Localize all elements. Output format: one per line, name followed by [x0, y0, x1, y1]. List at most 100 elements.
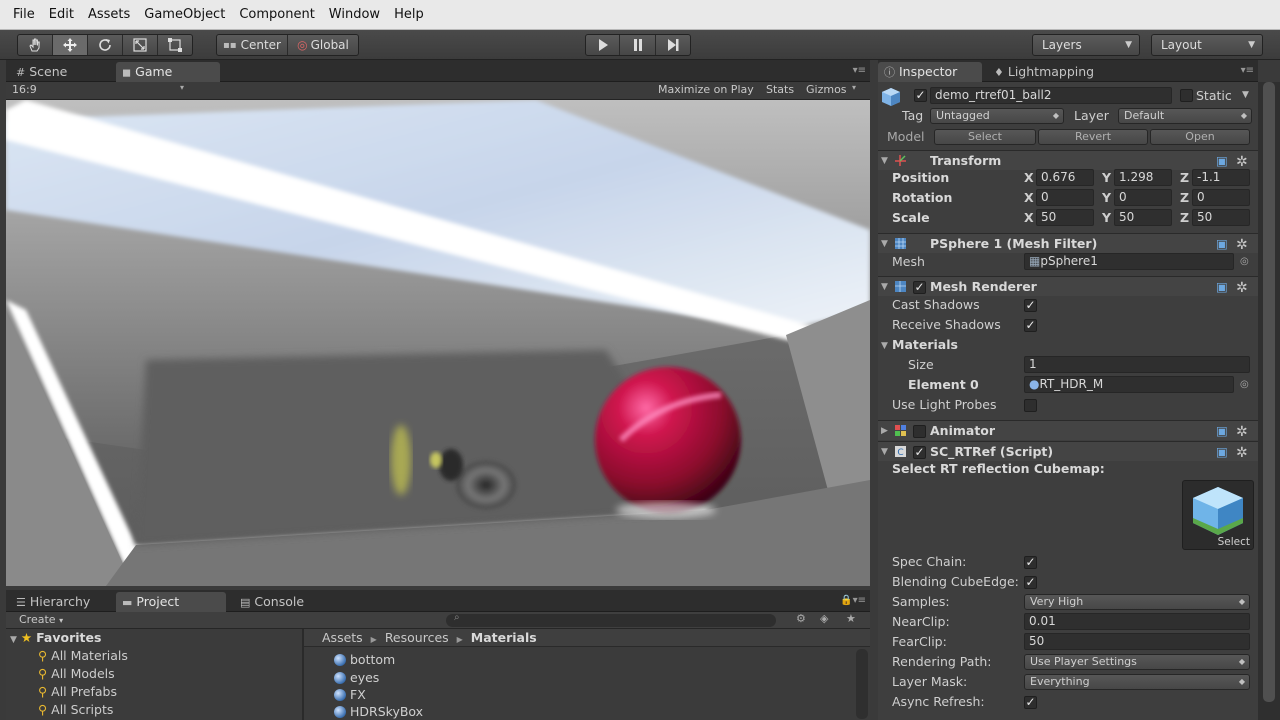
hand-tool-button[interactable]: [18, 35, 53, 55]
help-book-icon[interactable]: ▣: [1216, 421, 1228, 441]
game-view[interactable]: [6, 100, 870, 586]
fav-item[interactable]: ⚲ All Models: [38, 665, 115, 683]
model-open-button[interactable]: Open: [1150, 129, 1250, 145]
filter-type-icon[interactable]: ⚙: [796, 612, 806, 625]
object-picker-icon[interactable]: ◎: [1240, 375, 1249, 395]
pivot-center-button[interactable]: ▪▪ Center: [217, 35, 288, 55]
asset-item[interactable]: bottom: [334, 651, 395, 668]
aspect-dropdown[interactable]: 16:9 ▾: [12, 83, 184, 96]
chevron-down-icon[interactable]: ▼: [1242, 85, 1249, 105]
model-select-button[interactable]: Select: [934, 129, 1036, 145]
rendering-path-dropdown[interactable]: Use Player Settings ◆: [1024, 654, 1250, 670]
asset-item[interactable]: eyes: [334, 669, 379, 686]
menu-help[interactable]: Help: [387, 0, 431, 30]
spec-chain-checkbox[interactable]: ✓: [1024, 556, 1037, 569]
light-probes-checkbox[interactable]: [1024, 399, 1037, 412]
object-name-field[interactable]: demo_rtref01_ball2: [930, 87, 1172, 104]
panel-menu-icon[interactable]: 🔒▾≡: [840, 595, 866, 606]
rotation-z-field[interactable]: 0: [1192, 189, 1250, 206]
mesh-filter-header[interactable]: ▼ PSphere 1 (Mesh Filter) ▣ ✲: [878, 233, 1258, 253]
foldout-arrow-icon[interactable]: ▼: [881, 234, 888, 254]
help-book-icon[interactable]: ▣: [1216, 277, 1228, 297]
model-revert-button[interactable]: Revert: [1038, 129, 1148, 145]
cubemap-select-label[interactable]: Select: [1218, 536, 1250, 548]
tag-dropdown[interactable]: Untagged ◆: [930, 108, 1064, 124]
stats-toggle[interactable]: Stats: [766, 83, 794, 96]
samples-dropdown[interactable]: Very High ◆: [1024, 594, 1250, 610]
tab-console[interactable]: ▤ Console: [234, 592, 312, 612]
rotate-tool-button[interactable]: [88, 35, 123, 55]
tab-inspector[interactable]: ⓘ Inspector: [878, 62, 982, 82]
favorite-star-icon[interactable]: ★: [846, 612, 856, 625]
move-tool-button[interactable]: [53, 35, 88, 55]
asset-scrollbar[interactable]: [856, 649, 868, 719]
mesh-renderer-enabled-checkbox[interactable]: ✓: [913, 281, 926, 294]
help-book-icon[interactable]: ▣: [1216, 234, 1228, 254]
tab-lightmapping[interactable]: ♦ Lightmapping: [988, 62, 1102, 82]
scale-x-field[interactable]: 50: [1036, 209, 1094, 226]
menu-component[interactable]: Component: [232, 0, 321, 30]
favorites-node[interactable]: ▼ ★ Favorites: [10, 629, 101, 647]
menu-edit[interactable]: Edit: [42, 0, 81, 30]
project-search-input[interactable]: ⌕: [446, 612, 776, 627]
position-x-field[interactable]: 0.676: [1036, 169, 1094, 186]
panel-menu-icon[interactable]: ▾≡: [853, 65, 866, 76]
play-button[interactable]: [586, 35, 621, 55]
rect-tool-button[interactable]: [158, 35, 192, 55]
foldout-arrow-icon[interactable]: ▼: [881, 336, 888, 356]
rotation-y-field[interactable]: 0: [1114, 189, 1172, 206]
menu-window[interactable]: Window: [322, 0, 387, 30]
step-button[interactable]: [656, 35, 690, 55]
fav-item[interactable]: ⚲ All Scripts: [38, 701, 113, 719]
layer-mask-dropdown[interactable]: Everything ◆: [1024, 674, 1250, 690]
gizmos-toggle[interactable]: Gizmos: [806, 83, 847, 96]
async-refresh-checkbox[interactable]: ✓: [1024, 696, 1037, 709]
farclip-field[interactable]: 50: [1024, 633, 1250, 650]
scale-z-field[interactable]: 50: [1192, 209, 1250, 226]
foldout-arrow-icon[interactable]: ▶: [881, 421, 888, 441]
tab-game[interactable]: ◼ Game: [116, 62, 220, 82]
tab-hierarchy[interactable]: ☰ Hierarchy: [10, 592, 98, 612]
cast-shadows-checkbox[interactable]: ✓: [1024, 299, 1037, 312]
pause-button[interactable]: [620, 35, 656, 55]
cubemap-object-field[interactable]: Select: [1182, 480, 1254, 550]
breadcrumb-resources[interactable]: Resources: [385, 630, 449, 645]
rotation-x-field[interactable]: 0: [1036, 189, 1094, 206]
asset-item[interactable]: HDRSkyBox: [334, 703, 423, 720]
fav-item[interactable]: ⚲ All Materials: [38, 647, 128, 665]
mesh-renderer-header[interactable]: ▼ ✓ Mesh Renderer ▣ ✲: [878, 276, 1258, 296]
scale-tool-button[interactable]: [123, 35, 158, 55]
static-checkbox[interactable]: [1180, 89, 1193, 102]
position-y-field[interactable]: 1.298: [1114, 169, 1172, 186]
breadcrumb-materials[interactable]: Materials: [471, 630, 537, 645]
animator-header[interactable]: ▶ Animator ▣ ✲: [878, 420, 1258, 440]
active-checkbox[interactable]: ✓: [914, 89, 927, 102]
materials-row[interactable]: ▼ Materials: [878, 335, 1258, 355]
menu-file[interactable]: File: [6, 0, 42, 30]
nearclip-field[interactable]: 0.01: [1024, 613, 1250, 630]
transform-header[interactable]: ▼ Transform ▣ ✲: [878, 150, 1258, 170]
foldout-arrow-icon[interactable]: ▼: [881, 277, 888, 297]
materials-size-field[interactable]: 1: [1024, 356, 1250, 373]
filter-label-icon[interactable]: ◈: [820, 612, 828, 625]
object-picker-icon[interactable]: ◎: [1240, 252, 1249, 272]
tab-project[interactable]: ▬ Project: [116, 592, 226, 612]
breadcrumb-assets[interactable]: Assets: [322, 630, 363, 645]
tab-scene[interactable]: # Scene: [10, 62, 75, 82]
space-global-button[interactable]: ◎ Global: [288, 35, 358, 55]
position-z-field[interactable]: -1.1: [1192, 169, 1250, 186]
layer-dropdown[interactable]: Default ◆: [1118, 108, 1252, 124]
asset-item[interactable]: FX: [334, 686, 366, 703]
menu-assets[interactable]: Assets: [81, 0, 137, 30]
panel-menu-icon[interactable]: ▾≡: [1241, 65, 1254, 76]
scale-y-field[interactable]: 50: [1114, 209, 1172, 226]
blending-checkbox[interactable]: ✓: [1024, 576, 1037, 589]
fav-item[interactable]: ⚲ All Prefabs: [38, 683, 117, 701]
script-header[interactable]: ▼ C ✓ SC_RTRef (Script) ▣ ✲: [878, 441, 1258, 461]
inspector-scrollbar[interactable]: [1258, 82, 1280, 720]
mesh-object-field[interactable]: ▦pSphere1: [1024, 253, 1234, 270]
element0-object-field[interactable]: ●RT_HDR_M: [1024, 376, 1234, 393]
layers-dropdown[interactable]: Layers ▼: [1032, 34, 1140, 56]
menu-gameobject[interactable]: GameObject: [137, 0, 232, 30]
scrollbar-thumb[interactable]: [1263, 82, 1275, 702]
